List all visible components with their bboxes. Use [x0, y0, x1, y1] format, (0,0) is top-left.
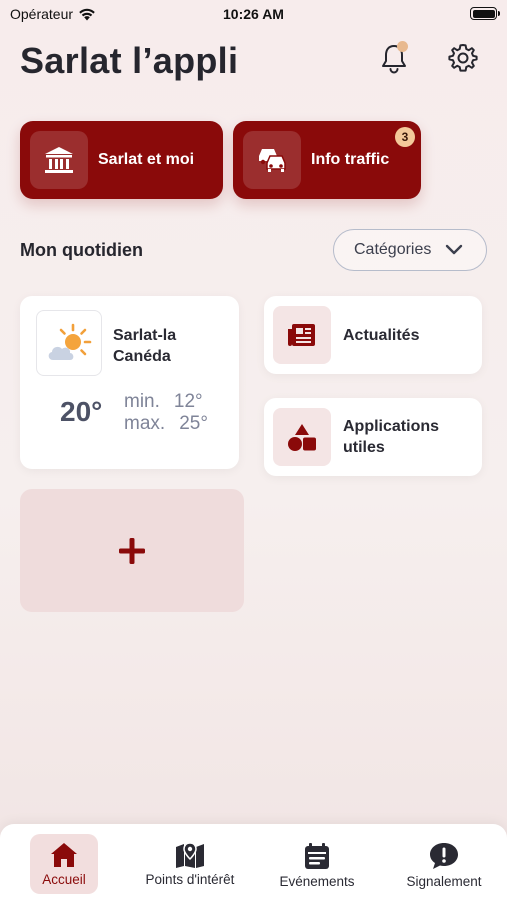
calendar-icon [305, 843, 329, 869]
sarlat-et-moi-label: Sarlat et moi [98, 151, 195, 168]
tab-accueil[interactable]: Accueil [30, 834, 98, 894]
actualites-tile[interactable]: Actualités [264, 296, 482, 374]
notification-dot [397, 41, 408, 52]
max-label: max. [124, 413, 166, 434]
actualites-label: Actualités [343, 326, 420, 344]
plus-icon [119, 537, 145, 564]
partly-sunny-icon [36, 310, 102, 376]
weather-temperature: 20° [60, 396, 103, 427]
notifications-button[interactable] [376, 40, 412, 76]
settings-button[interactable] [445, 40, 481, 76]
tab-accueil-label: Accueil [42, 872, 86, 887]
weather-city: Sarlat-la Canéda [113, 327, 177, 365]
weather-min-max: min. 12° max. 25° [124, 391, 208, 435]
status-bar: Opérateur 10:26 AM [0, 0, 507, 28]
tab-bar: Accueil Points d'intérêt Evénements Sign… [0, 824, 507, 900]
traffic-badge: 3 [395, 127, 415, 147]
tab-signalement-label: Signalement [406, 874, 482, 889]
tab-points-interet-label: Points d'intérêt [145, 872, 235, 887]
tab-points-interet[interactable]: Points d'intérêt [138, 834, 242, 894]
chevron-down-icon [446, 244, 463, 255]
gear-icon [448, 44, 478, 72]
add-widget-button[interactable] [20, 489, 244, 612]
shapes-icon [273, 408, 331, 466]
app-title: Sarlat l’appli [20, 40, 239, 81]
status-time: 10:26 AM [223, 6, 284, 22]
applications-utiles-tile[interactable]: Applications utiles [264, 398, 482, 476]
town-hall-icon [30, 131, 88, 189]
tab-signalement[interactable]: Signalement [396, 834, 492, 894]
weather-widget[interactable]: Sarlat-la Canéda 20° min. 12° max. 25° [20, 296, 239, 469]
tab-evenements-label: Evénements [279, 874, 355, 889]
cars-icon [243, 131, 301, 189]
categories-label: Catégories [354, 241, 432, 258]
home-icon [51, 843, 77, 867]
min-value: 12° [173, 391, 203, 412]
categories-dropdown[interactable]: Catégories [333, 229, 487, 271]
max-value: 25° [179, 413, 208, 434]
info-traffic-card[interactable]: Info traffic 3 [233, 121, 421, 199]
min-label: min. [124, 391, 160, 412]
info-traffic-label: Info traffic [311, 151, 390, 168]
battery-icon [470, 7, 500, 20]
tab-evenements[interactable]: Evénements [272, 834, 362, 894]
applications-utiles-label: Applications utiles [343, 418, 440, 456]
map-pin-icon [176, 842, 204, 868]
sarlat-et-moi-card[interactable]: Sarlat et moi [20, 121, 223, 199]
alert-chat-icon [430, 843, 458, 869]
newspaper-icon [273, 306, 331, 364]
section-title: Mon quotidien [20, 240, 143, 260]
